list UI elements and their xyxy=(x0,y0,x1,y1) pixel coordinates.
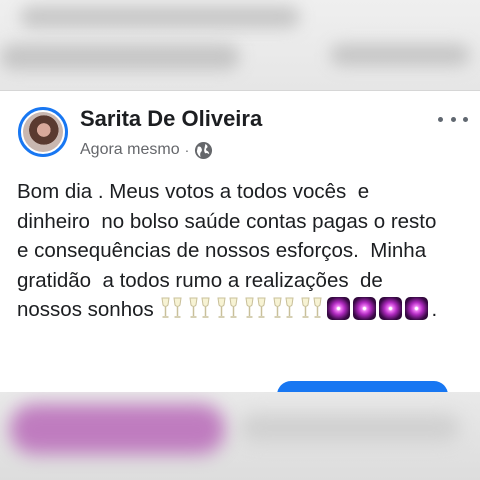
more-options-icon[interactable] xyxy=(438,113,468,125)
champagne-glasses-icon xyxy=(301,297,323,318)
post-timestamp[interactable]: Agora mesmo xyxy=(80,141,180,159)
profile-photo xyxy=(23,112,63,152)
blurred-background-top xyxy=(0,0,480,90)
sparkle-icon xyxy=(353,297,377,320)
champagne-glasses-icon xyxy=(273,297,295,318)
post-text-end: . xyxy=(431,298,438,321)
post-meta: Agora mesmo · xyxy=(80,139,213,161)
blurred-background-bottom xyxy=(0,392,480,480)
post-card: Sarita De Oliveira Agora mesmo · Bom dia… xyxy=(0,90,480,411)
champagne-glasses-icon xyxy=(189,297,211,318)
champagne-glasses-icon xyxy=(245,297,267,318)
sparkle-icon xyxy=(405,297,429,320)
emoji-sequence: . xyxy=(159,297,438,321)
champagne-glasses-icon xyxy=(161,297,183,318)
sparkle-icon xyxy=(327,297,351,320)
post-body: Bom dia . Meus votos a todos vocês e din… xyxy=(17,177,447,325)
author-name[interactable]: Sarita De Oliveira xyxy=(80,106,262,132)
meta-separator: · xyxy=(184,142,190,158)
author-avatar[interactable] xyxy=(18,107,68,157)
globe-icon[interactable] xyxy=(194,141,213,160)
champagne-glasses-icon xyxy=(217,297,239,318)
sparkle-icon xyxy=(379,297,403,320)
